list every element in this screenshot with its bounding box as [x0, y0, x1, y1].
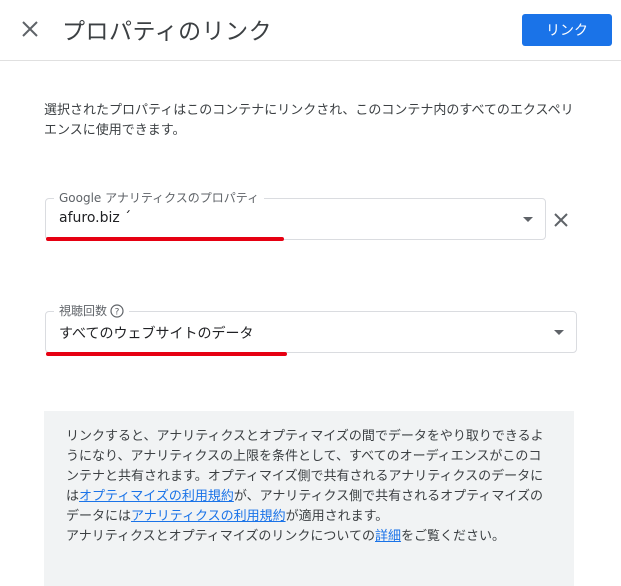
- chevron-down-icon: [523, 217, 533, 222]
- info-text: が適用されます。: [285, 509, 389, 524]
- info-box: リンクすると、アナリティクスとオプティマイズの間でデータをやり取りできるようにな…: [44, 411, 574, 586]
- description-text: 選択されたプロパティはこのコンテナにリンクされ、このコンテナ内のすべてのエクスペ…: [44, 103, 574, 138]
- view-select[interactable]: 視聴回数? すべてのウェブサイトのデータ: [45, 303, 577, 353]
- help-icon[interactable]: ?: [110, 304, 124, 322]
- analytics-terms-link[interactable]: アナリティクスの利用規約: [131, 509, 286, 524]
- analytics-property-select[interactable]: Google アナリティクスのプロパティ afuro.biz ´: [45, 190, 546, 240]
- svg-text:?: ?: [115, 308, 120, 318]
- analytics-property-value: afuro.biz ´: [59, 210, 132, 226]
- optimize-terms-link[interactable]: オプティマイズの利用規約: [79, 489, 234, 504]
- view-value: すべてのウェブサイトのデータ: [59, 326, 254, 342]
- dialog-title: プロパティのリンク: [62, 19, 273, 45]
- link-button[interactable]: リンク: [522, 14, 612, 46]
- annotation-underline: [46, 237, 284, 241]
- details-link[interactable]: 詳細: [375, 529, 401, 544]
- view-label: 視聴回数?: [54, 303, 130, 322]
- chevron-down-icon: [554, 330, 564, 335]
- dialog-header: プロパティのリンク リンク: [0, 0, 621, 61]
- close-icon[interactable]: [19, 18, 41, 40]
- analytics-property-label: Google アナリティクスのプロパティ: [54, 190, 265, 206]
- clear-icon[interactable]: [552, 211, 570, 229]
- info-text: をご覧ください。: [401, 529, 506, 544]
- info-text: アナリティクスとオプティマイズのリンクについての: [66, 529, 376, 544]
- annotation-underline: [46, 352, 287, 356]
